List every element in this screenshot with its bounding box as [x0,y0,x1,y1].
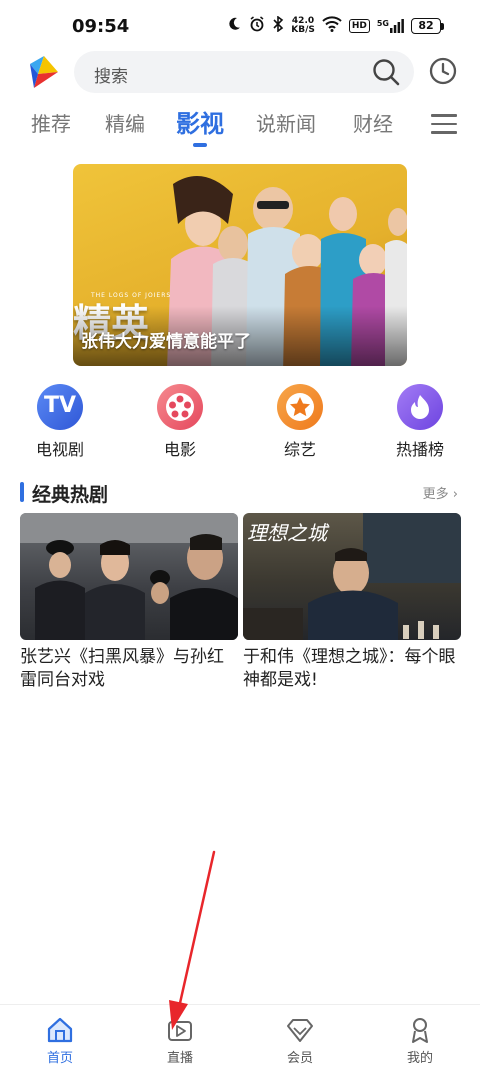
profile-icon [405,1015,435,1045]
live-play-icon [165,1015,195,1045]
header: 搜索 [0,48,480,96]
category-label: 电影 [163,440,196,459]
film-reel-icon [157,384,203,430]
battery-level: 82 [411,18,441,34]
net-speed-unit: KB/S [291,25,315,35]
category-label: 电视剧 [35,440,84,459]
video-title: 张艺兴《扫黑风暴》与孙红雷同台对戏 [20,647,224,690]
history-clock-icon[interactable] [428,56,458,86]
featured-banner[interactable]: 精英 THE LOGS OF JOIERS 张伟大力爱情意能平了 [73,164,407,366]
category-label: 热播榜 [395,440,444,459]
nav-live[interactable]: 直播 [140,1015,220,1066]
more-label: 更多 [422,487,449,502]
category-trending[interactable]: 热播榜 [380,384,460,460]
banner-caption: 张伟大力爱情意能平了 [81,332,251,352]
app-screen: 09:54 42.0 KB/S HD 5G 82 搜索 推荐 精编 影视 说新闻… [0,0,480,1072]
app-logo-icon[interactable] [26,54,62,90]
tab-film-tv[interactable]: 影视 [176,104,224,139]
category-movie[interactable]: 电影 [140,384,220,460]
channel-tabs: 推荐 精编 影视 说新闻 财经 [0,104,480,150]
signal-label: 5G [376,19,389,28]
bottom-navigation: 首页 直播 会员 我的 [0,1004,480,1072]
chevron-right-icon: › [452,487,458,502]
section-title: 经典热剧 [32,484,109,506]
status-icons: 42.0 KB/S HD 5G 82 [226,15,444,36]
nav-label: 直播 [166,1051,193,1066]
flame-icon [397,384,443,430]
search-icon[interactable] [372,58,400,86]
nav-label: 首页 [46,1051,73,1066]
net-speed: 42.0 KB/S [291,17,315,35]
video-card[interactable]: 张艺兴《扫黑风暴》与孙红雷同台对戏 [20,513,238,692]
diamond-icon [285,1015,315,1045]
category-row: TV 电视剧 电影 综艺 热播榜 [0,384,480,464]
battery-icon: 82 [411,18,444,34]
bluetooth-icon [272,15,284,36]
tab-news[interactable]: 说新闻 [256,108,316,137]
section-accent-bar [20,482,24,502]
nav-home[interactable]: 首页 [20,1015,100,1066]
search-input[interactable]: 搜索 [94,62,128,87]
tab-recommend[interactable]: 推荐 [31,108,71,137]
category-variety[interactable]: 综艺 [260,384,340,460]
video-thumbnail [20,513,238,640]
signal-icon: 5G [377,19,404,33]
video-thumbnail: 理想之城 [243,513,461,640]
nav-label: 我的 [406,1051,433,1066]
nav-membership[interactable]: 会员 [260,1015,340,1066]
banner-poster-subtitle: THE LOGS OF JOIERS [91,292,172,299]
video-card[interactable]: 理想之城 于和伟《理想之城》：每个眼神都是戏! [243,513,461,692]
video-title: 于和伟《理想之城》：每个眼神都是戏! [243,647,456,690]
star-icon [277,384,323,430]
section-header: 经典热剧 更多 › [20,480,460,506]
category-tv-series[interactable]: TV 电视剧 [20,384,100,460]
active-tab-indicator [193,143,207,147]
wifi-icon [322,16,342,36]
status-bar: 09:54 42.0 KB/S HD 5G 82 [0,0,480,52]
category-label: 综艺 [283,440,316,459]
home-icon [45,1015,75,1045]
menu-icon[interactable] [431,114,457,136]
nav-label: 会员 [286,1051,313,1066]
status-time: 09:54 [72,16,130,37]
alarm-icon [249,16,265,36]
tab-curated[interactable]: 精编 [105,108,145,137]
moon-icon [226,16,242,36]
tab-finance[interactable]: 财经 [353,108,393,137]
search-bar[interactable]: 搜索 [74,51,414,93]
tv-icon: TV [37,384,83,430]
more-link[interactable]: 更多 › [423,483,458,502]
hd-badge: HD [348,19,370,33]
thumbnail-poster-title: 理想之城 [247,521,327,545]
nav-profile[interactable]: 我的 [380,1015,460,1066]
